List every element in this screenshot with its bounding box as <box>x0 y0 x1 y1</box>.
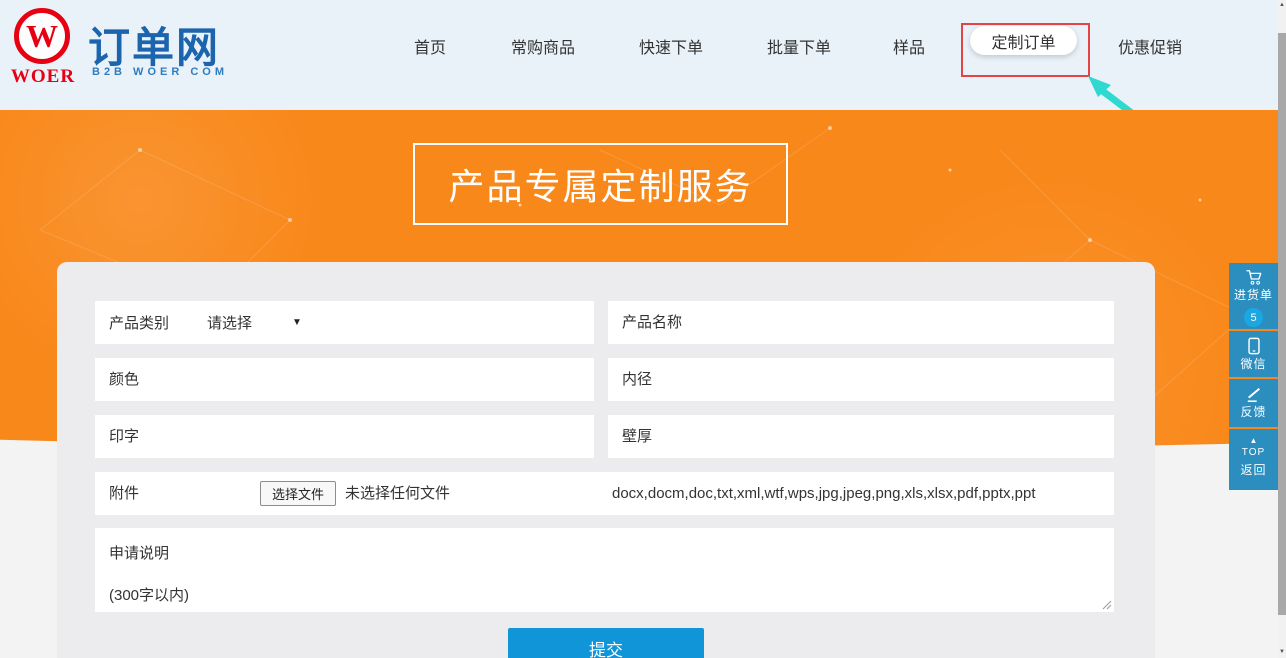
inner-diameter-input[interactable] <box>608 358 1114 401</box>
file-status-text: 未选择任何文件 <box>345 472 450 515</box>
nav-item-frequent-goods[interactable]: 常购商品 <box>511 34 575 58</box>
back-to-top-button[interactable]: ▲ TOP 返回 <box>1229 429 1278 490</box>
nav-item-bulk-order[interactable]: 批量下单 <box>767 34 831 58</box>
pencil-icon <box>1245 387 1263 403</box>
chevron-down-icon: ▼ <box>292 317 302 328</box>
cart-panel-button[interactable]: 进货单 5 <box>1229 263 1278 329</box>
feedback-label: 反馈 <box>1240 403 1266 420</box>
back-label: 返回 <box>1240 461 1266 478</box>
cart-icon <box>1245 269 1263 286</box>
textarea-resize-handle-icon[interactable] <box>1102 600 1112 610</box>
attachment-label: 附件 <box>109 472 139 515</box>
product-category-value: 请选择 <box>207 312 252 333</box>
arrow-up-icon: ▲ <box>1250 437 1258 445</box>
scrollbar-up-icon[interactable]: ▲ <box>1278 2 1286 8</box>
woer-logo-icon: W <box>14 8 70 64</box>
scrollbar-down-icon[interactable]: ▼ <box>1278 649 1286 655</box>
wechat-button[interactable]: 微信 <box>1229 331 1278 377</box>
product-name-input[interactable] <box>608 301 1114 344</box>
top-text: TOP <box>1242 447 1265 458</box>
print-text-input[interactable] <box>95 415 594 458</box>
attachment-row: 附件 选择文件 未选择任何文件 docx,docm,doc,txt,xml,wt… <box>95 472 1114 515</box>
feedback-button[interactable]: 反馈 <box>1229 379 1278 427</box>
wechat-label: 微信 <box>1240 355 1266 372</box>
submit-button[interactable]: 提交 <box>508 628 704 658</box>
nav-item-home[interactable]: 首页 <box>414 34 446 58</box>
description-placeholder-line1: 申请说明 <box>109 542 169 563</box>
page: W WOER 订单网 B2B WOER COM 首页 常购商品 快速下单 批量下… <box>0 0 1286 658</box>
custom-order-form-card: 产品类别 请选择 ▼ 附件 选择文件 未选择任何文件 docx,docm,doc… <box>57 262 1155 658</box>
annotation-arrow-icon <box>1086 74 1136 116</box>
choose-file-button[interactable]: 选择文件 <box>260 481 336 506</box>
description-textarea[interactable]: 申请说明 (300字以内) <box>95 528 1114 612</box>
annotation-highlight-rect <box>961 23 1090 77</box>
scrollbar-thumb[interactable] <box>1278 33 1286 615</box>
hero-title-frame: 产品专属定制服务 <box>413 143 788 225</box>
wall-thickness-input[interactable] <box>608 415 1114 458</box>
logo-letter: W <box>26 20 58 52</box>
color-input[interactable] <box>95 358 594 401</box>
product-category-select[interactable]: 产品类别 请选择 ▼ <box>95 301 594 344</box>
cart-label: 进货单 <box>1234 286 1273 303</box>
nav-item-promotions[interactable]: 优惠促销 <box>1118 34 1182 58</box>
nav-item-samples[interactable]: 样品 <box>893 34 925 58</box>
cart-count-badge: 5 <box>1244 308 1263 327</box>
nav-item-quick-order[interactable]: 快速下单 <box>639 34 703 58</box>
phone-icon <box>1247 337 1261 355</box>
header: W WOER 订单网 B2B WOER COM 首页 常购商品 快速下单 批量下… <box>0 0 1278 110</box>
description-placeholder-line2: (300字以内) <box>109 584 189 605</box>
site-subtitle: B2B WOER COM <box>92 66 228 78</box>
product-category-label: 产品类别 <box>109 312 169 333</box>
page-title: 产品专属定制服务 <box>448 158 752 210</box>
logo-word: WOER <box>10 66 76 88</box>
allowed-file-types: docx,docm,doc,txt,xml,wtf,wps,jpg,jpeg,p… <box>612 472 1036 515</box>
site-logo[interactable]: W WOER 订单网 B2B WOER COM <box>10 6 230 104</box>
page-scrollbar[interactable]: ▲ ▼ <box>1278 0 1286 658</box>
